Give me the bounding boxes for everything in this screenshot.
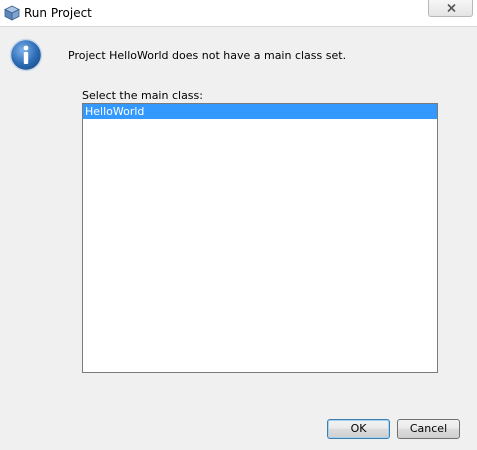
- main-class-list[interactable]: HelloWorld: [82, 103, 438, 373]
- title-divider: [0, 26, 477, 27]
- select-main-class-label: Select the main class:: [82, 89, 203, 102]
- dialog-message: Project HelloWorld does not have a main …: [68, 49, 347, 62]
- close-icon: [447, 4, 456, 12]
- run-project-dialog: Run Project Project HelloWorld does not …: [0, 0, 477, 450]
- cancel-button[interactable]: Cancel: [397, 419, 460, 439]
- list-item[interactable]: HelloWorld: [83, 104, 437, 119]
- window-title: Run Project: [24, 6, 92, 20]
- cube-icon: [4, 5, 20, 21]
- ok-button[interactable]: OK: [327, 419, 390, 439]
- close-button[interactable]: [428, 0, 473, 17]
- title-bar[interactable]: Run Project: [0, 0, 477, 26]
- info-icon: [9, 38, 43, 72]
